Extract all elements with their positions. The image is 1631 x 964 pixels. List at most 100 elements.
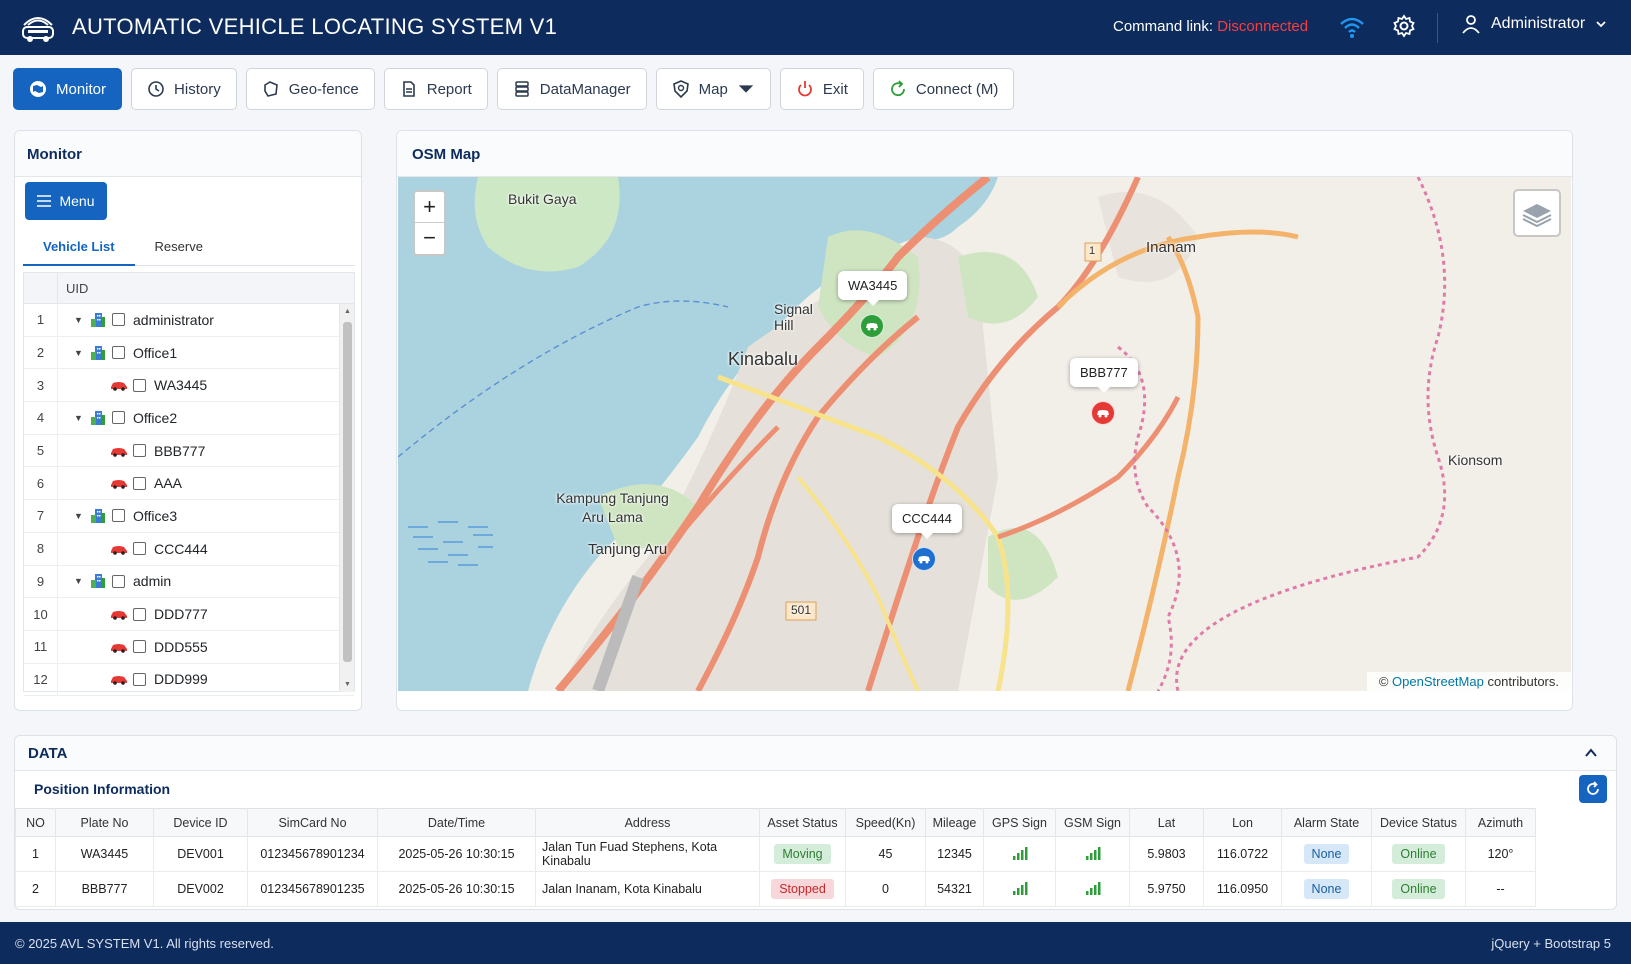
column-header[interactable]: GSM Sign bbox=[1055, 808, 1130, 837]
table-cell: 2 bbox=[15, 871, 56, 907]
column-header[interactable]: Device ID bbox=[153, 808, 248, 837]
gear-icon[interactable] bbox=[1392, 14, 1416, 38]
tree-row[interactable]: 2 ▼ Office1 bbox=[24, 336, 354, 370]
expand-caret-icon[interactable]: ▼ bbox=[74, 315, 84, 325]
tree-checkbox[interactable] bbox=[133, 672, 146, 686]
tree-checkbox[interactable] bbox=[112, 411, 125, 425]
tree-checkbox[interactable] bbox=[133, 542, 146, 556]
car-marker-icon[interactable] bbox=[860, 314, 884, 338]
vehicle-callout-bbb777[interactable]: BBB777 bbox=[1070, 358, 1138, 393]
tree-checkbox[interactable] bbox=[133, 378, 146, 392]
tree-checkbox[interactable] bbox=[133, 607, 146, 621]
tree-checkbox[interactable] bbox=[133, 476, 146, 490]
map-dropdown-button[interactable]: Map bbox=[655, 68, 771, 110]
tree-row[interactable]: 8 CCC444 bbox=[24, 532, 354, 566]
column-header[interactable]: Device Status bbox=[1371, 808, 1466, 837]
expand-caret-icon[interactable]: ▼ bbox=[74, 413, 84, 423]
map-panel-title: OSM Map bbox=[397, 131, 1572, 177]
column-header[interactable]: Lat bbox=[1129, 808, 1204, 837]
table-cell: 5.9803 bbox=[1129, 836, 1204, 872]
top-navbar: AUTOMATIC VEHICLE LOCATING SYSTEM V1 Com… bbox=[0, 0, 1631, 55]
tree-checkbox[interactable] bbox=[133, 444, 146, 458]
tree-checkbox[interactable] bbox=[112, 574, 125, 588]
column-header[interactable]: Asset Status bbox=[759, 808, 846, 837]
column-header[interactable]: NO bbox=[15, 808, 56, 837]
tree-checkbox[interactable] bbox=[112, 509, 125, 523]
tree-row[interactable]: 7 ▼ Office3 bbox=[24, 500, 354, 533]
column-header[interactable]: Date/Time bbox=[377, 808, 536, 837]
tree-row-label: administrator bbox=[133, 311, 214, 328]
osm-map[interactable]: Bukit Gaya Inanam Signal Hill Kinabalu K… bbox=[398, 177, 1571, 691]
scroll-up-icon[interactable]: ▲ bbox=[344, 308, 351, 315]
column-header[interactable]: Lon bbox=[1203, 808, 1282, 837]
car-marker-icon[interactable] bbox=[1091, 401, 1115, 425]
chevron-up-icon[interactable] bbox=[1584, 746, 1598, 760]
column-header[interactable]: Address bbox=[535, 808, 760, 837]
asset-status-cell: Moving bbox=[759, 836, 846, 872]
tree-row-label: AAA bbox=[154, 475, 183, 492]
gsm-signal-icon bbox=[1085, 881, 1100, 895]
building-group-icon bbox=[91, 312, 105, 327]
car-icon bbox=[111, 676, 127, 686]
datamanager-button[interactable]: DataManager bbox=[496, 68, 647, 110]
history-button[interactable]: History bbox=[131, 68, 237, 110]
osm-link[interactable]: OpenStreetMap bbox=[1392, 674, 1484, 689]
user-menu[interactable]: Administrator bbox=[1461, 14, 1607, 34]
column-header[interactable]: Alarm State bbox=[1281, 808, 1372, 837]
zoom-out-button[interactable]: − bbox=[415, 223, 444, 254]
expand-caret-icon[interactable]: ▼ bbox=[74, 511, 84, 521]
place-label: Kampung Tanjung Aru Lama bbox=[556, 490, 669, 525]
geofence-button[interactable]: Geo-fence bbox=[245, 68, 375, 110]
tree-checkbox[interactable] bbox=[112, 346, 125, 360]
device-status-cell: Online bbox=[1371, 836, 1466, 872]
tree-checkbox[interactable] bbox=[133, 640, 146, 654]
tree-row[interactable]: 6 AAA bbox=[24, 467, 354, 501]
vehicle-callout-ccc444[interactable]: CCC444 bbox=[892, 504, 962, 539]
tree-scrollbar[interactable]: ▲ ▼ bbox=[339, 304, 354, 692]
menu-button[interactable]: Menu bbox=[25, 182, 107, 220]
building-group-icon bbox=[91, 410, 105, 425]
expand-caret-icon[interactable]: ▼ bbox=[74, 348, 84, 358]
layers-button[interactable] bbox=[1513, 189, 1561, 237]
tree-row-number: 10 bbox=[24, 598, 58, 630]
tree-row[interactable]: 10 DDD777 bbox=[24, 598, 354, 631]
zoom-in-button[interactable]: + bbox=[415, 192, 444, 223]
tree-row[interactable]: 12 DDD999 bbox=[24, 663, 354, 697]
asset-status-badge: Stopped bbox=[771, 879, 834, 899]
column-header[interactable]: SimCard No bbox=[247, 808, 378, 837]
column-header[interactable]: Speed(Kn) bbox=[845, 808, 926, 837]
monitor-button[interactable]: Monitor bbox=[13, 68, 123, 110]
tree-row[interactable]: 4 ▼ Office2 bbox=[24, 402, 354, 435]
vehicle-callout-wa3445[interactable]: WA3445 bbox=[838, 271, 908, 306]
asset-status-badge: Moving bbox=[774, 844, 831, 864]
report-button[interactable]: Report bbox=[383, 68, 488, 110]
tree-row[interactable]: 5 BBB777 bbox=[24, 434, 354, 468]
building-group-icon bbox=[91, 574, 105, 589]
car-icon bbox=[111, 480, 127, 490]
car-marker-icon[interactable] bbox=[912, 547, 936, 571]
wifi-icon[interactable] bbox=[1339, 14, 1365, 40]
column-header[interactable]: Azimuth bbox=[1465, 808, 1536, 837]
tree-row[interactable]: 11 DDD555 bbox=[24, 630, 354, 664]
table-row[interactable]: 2 BBB777 DEV002 012345678901235 2025-05-26 1… bbox=[15, 871, 1536, 907]
connect-button[interactable]: Connect (M) bbox=[872, 68, 1015, 110]
scroll-down-icon[interactable]: ▼ bbox=[344, 681, 351, 688]
tree-checkbox[interactable] bbox=[112, 313, 125, 327]
tree-row-label: Office1 bbox=[133, 344, 178, 361]
column-header[interactable]: Mileage bbox=[925, 808, 984, 837]
scroll-thumb[interactable] bbox=[343, 322, 352, 662]
tab-vehicle-list[interactable]: Vehicle List bbox=[23, 229, 135, 266]
expand-caret-icon[interactable]: ▼ bbox=[74, 576, 84, 586]
car-icon bbox=[111, 545, 127, 555]
tree-row[interactable]: 1 ▼ administrator bbox=[24, 304, 354, 337]
column-header[interactable]: GPS Sign bbox=[983, 808, 1056, 837]
tree-row[interactable]: 9 ▼ admin bbox=[24, 565, 354, 599]
tab-reserve[interactable]: Reserve bbox=[135, 229, 223, 266]
exit-button[interactable]: Exit bbox=[779, 68, 864, 110]
refresh-button[interactable] bbox=[1579, 775, 1607, 803]
column-header[interactable]: Plate No bbox=[55, 808, 154, 837]
gsm-signal-icon bbox=[1085, 846, 1100, 860]
table-row[interactable]: 1 WA3445 DEV001 012345678901234 2025-05-26 1… bbox=[15, 836, 1536, 872]
tree-row[interactable]: 3 WA3445 bbox=[24, 369, 354, 403]
table-cell: -- bbox=[1465, 871, 1536, 907]
